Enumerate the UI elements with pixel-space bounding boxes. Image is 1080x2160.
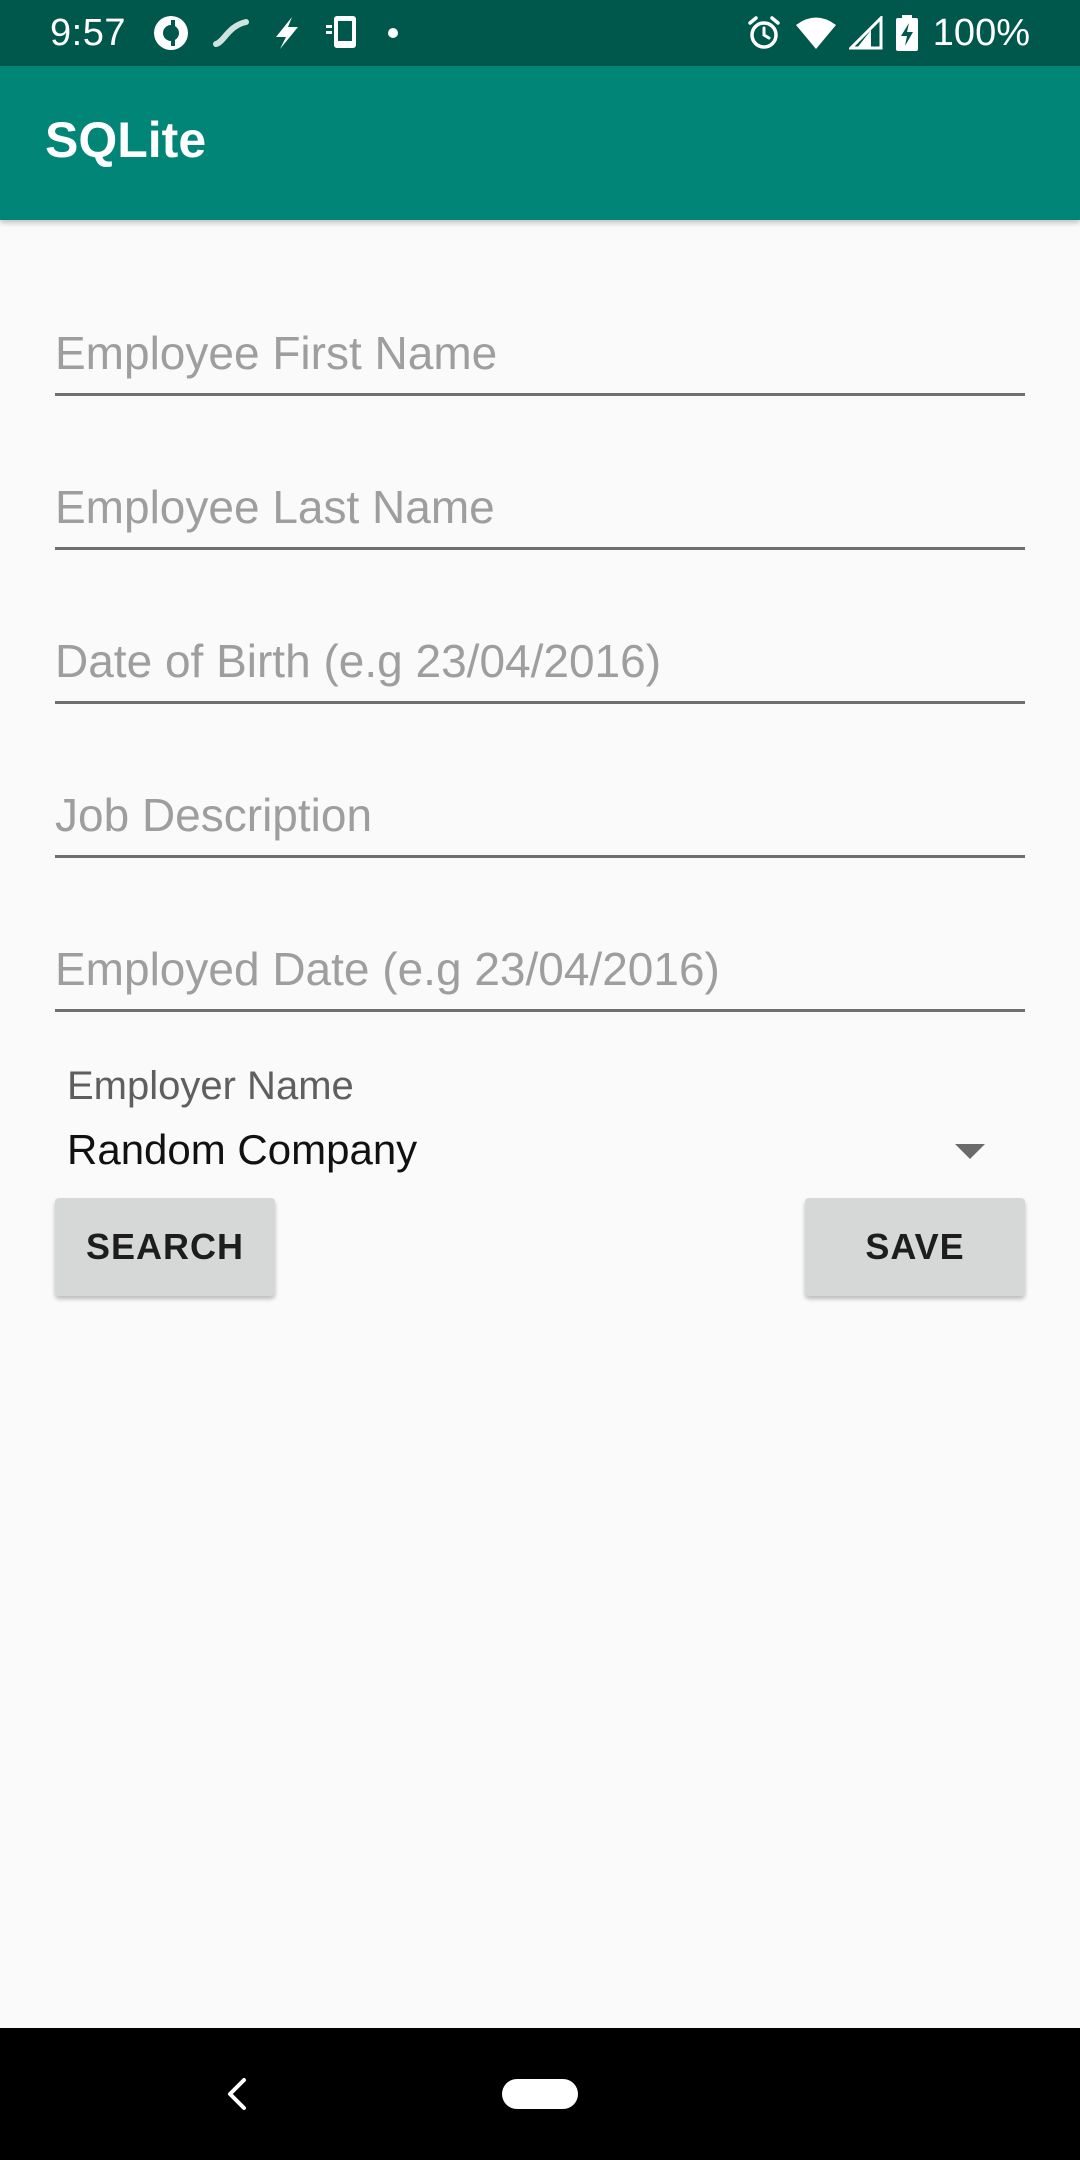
date-of-birth-input[interactable] [55,633,1025,689]
last-name-field [55,450,1025,550]
job-description-field [55,758,1025,858]
first-name-field [55,296,1025,396]
navigation-bar [0,2028,1080,2160]
alarm-icon [745,14,783,52]
employed-date-input[interactable] [55,941,1025,997]
job-description-input[interactable] [55,787,1025,843]
employer-selected-value: Random Company [67,1126,418,1173]
status-bar: 9:57 100% [0,0,1080,66]
employed-date-field [55,912,1025,1012]
wifi-icon [795,16,837,50]
link-icon [212,18,250,48]
employer-name-label: Employer Name [67,1064,354,1108]
date-of-birth-field [55,604,1025,704]
app-bar: SQLite [0,66,1080,220]
battery-percentage: 100% [932,12,1030,54]
status-system-icons: 100% [745,11,1030,55]
device-icon [324,13,364,53]
battery-charging-icon [895,14,919,52]
home-pill-icon[interactable] [502,2079,578,2109]
app-title: SQLite [45,112,207,168]
back-icon[interactable] [222,2074,252,2119]
search-button[interactable]: SEARCH [55,1198,275,1296]
dropdown-arrow-icon [955,1144,985,1165]
dot-icon [386,26,400,40]
bolt-icon [272,15,302,51]
save-button[interactable]: SAVE [805,1198,1025,1296]
pocket-casts-icon [152,14,190,52]
first-name-input[interactable] [55,325,1025,381]
signal-icon [848,16,883,50]
status-time: 9:57 [50,12,126,54]
last-name-input[interactable] [55,479,1025,535]
status-notification-icons [152,13,400,53]
employer-spinner[interactable]: Random Company [55,1118,1025,1184]
